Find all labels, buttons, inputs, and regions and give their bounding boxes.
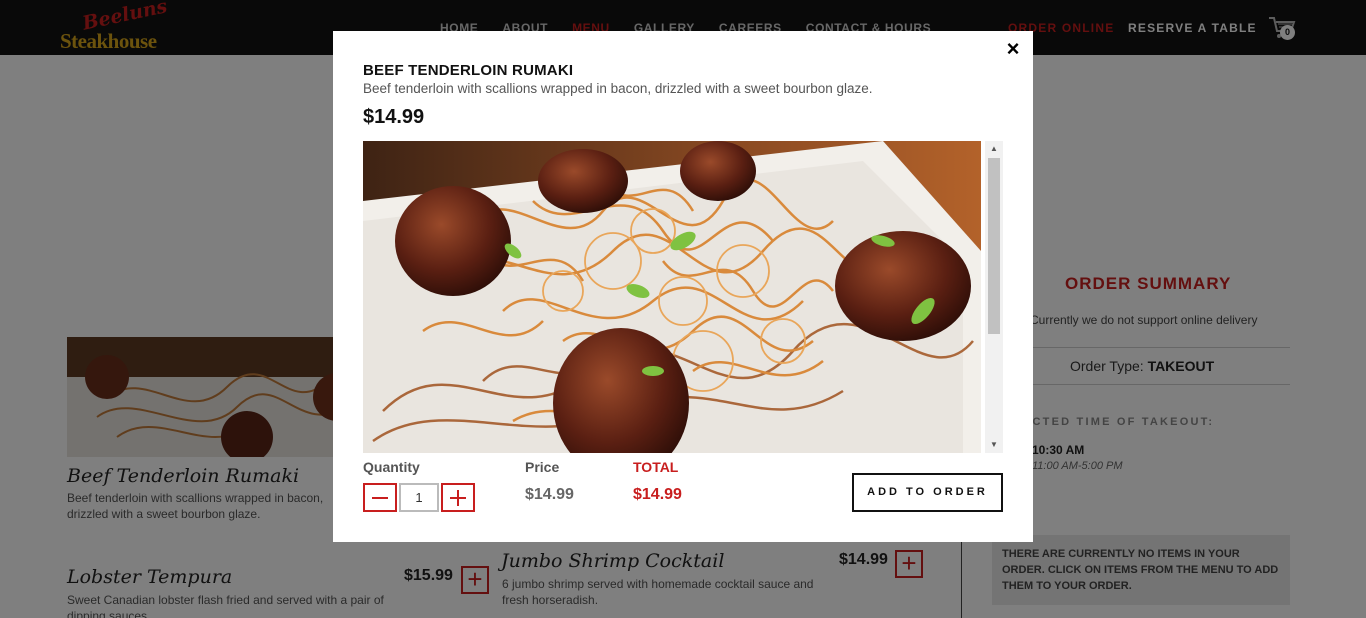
modal-item-title: BEEF TENDERLOIN RUMAKI <box>363 62 574 79</box>
quantity-input[interactable] <box>399 483 439 512</box>
close-icon[interactable]: × <box>1003 38 1023 60</box>
decrease-quantity-button[interactable] <box>363 483 397 512</box>
item-modal: × BEEF TENDERLOIN RUMAKI Beef tenderloin… <box>333 31 1033 542</box>
add-to-order-button[interactable]: ADD TO ORDER <box>852 473 1003 512</box>
scroll-thumb[interactable] <box>988 158 1000 334</box>
scroll-up-icon[interactable]: ▲ <box>985 141 1003 157</box>
item-photo <box>363 141 981 453</box>
minus-icon <box>372 497 388 499</box>
increase-quantity-button[interactable] <box>441 483 475 512</box>
total-value: $14.99 <box>633 486 682 503</box>
photo-scrollbar[interactable]: ▲ ▼ <box>985 141 1003 453</box>
quantity-label: Quantity <box>363 459 420 475</box>
modal-item-price: $14.99 <box>363 106 425 128</box>
scroll-down-icon[interactable]: ▼ <box>985 437 1003 453</box>
price-value: $14.99 <box>525 486 574 503</box>
modal-item-description: Beef tenderloin with scallions wrapped i… <box>363 81 873 96</box>
price-label: Price <box>525 459 560 475</box>
total-label: TOTAL <box>633 459 679 475</box>
